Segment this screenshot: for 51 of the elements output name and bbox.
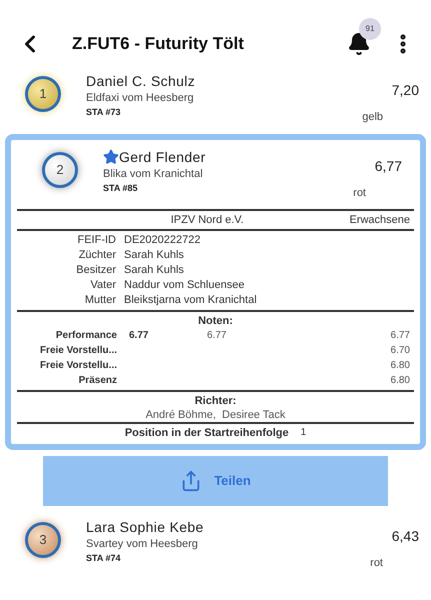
horse-name: Blika vom Kranichtal [103,166,204,182]
mark-total: 6.77 [129,330,148,341]
rider-name: Gerd Flender [119,148,206,166]
entry-row[interactable]: 3 Lara Sophie Kebe Svartey vom Heesberg STA #74 6,43 rot [0,512,431,572]
mark-value: 6.80 [390,375,410,386]
judges-names: André Böhme, Desiree Tack [146,408,286,422]
score: 6,77 [374,156,402,176]
hand-label: rot [353,186,366,200]
info-value: Bleikstjarna vom Kranichtal [124,293,257,308]
start-order-value: 1 [300,426,306,440]
rank-medal: 3 [25,522,61,558]
page-title: Z.FUT6 - Futurity Tölt [72,33,244,56]
mark-value: 6.70 [390,345,410,356]
horse-name: Eldfaxi vom Heesberg [86,91,195,106]
share-icon [180,470,202,492]
start-number: STA #74 [86,552,122,564]
club-name: IPZV Nord e.V. [170,213,245,227]
mark-label: Freie Vorstellu... [38,359,117,373]
rank-medal: 2 [42,152,78,188]
marks-heading: Noten: [198,315,233,327]
score: 6,43 [392,527,419,546]
info-label: Mutter [84,293,117,308]
info-value: Sarah Kuhls [124,248,184,263]
rank-medal: 1 [25,76,61,112]
info-value: DE2020222722 [124,233,200,248]
horse-name: Svartey vom Heesberg [86,537,199,552]
info-value: Naddur vom Schluensee [124,278,244,293]
start-number: STA #73 [86,106,122,118]
hand-label: gelb [362,110,383,125]
info-value: Sarah Kuhls [124,263,184,278]
info-label: Vater [90,278,117,293]
start-number: STA #85 [103,182,139,194]
mark-value: 6.77 [390,330,410,341]
mark-label: Präsenz [78,374,117,388]
rider-name: Lara Sophie Kebe [86,518,204,536]
class-name: Erwachsene [349,213,411,227]
mark-value: 6.77 [207,330,226,341]
score: 7,20 [392,81,419,100]
info-label: FEIF-ID [76,233,117,248]
mark-label: Freie Vorstellu... [38,344,117,358]
info-label: Züchter [78,248,117,263]
rider-name: Daniel C. Schulz [86,72,196,90]
notification-badge: 91 [359,18,381,40]
entry-row[interactable]: 1 Daniel C. Schulz Eldfaxi vom Heesberg STA #73 7,20 gelb [0,66,431,126]
info-label: Besitzer [75,263,117,278]
judges-heading: Richter: [194,394,236,408]
mark-value: 6.80 [390,360,410,371]
mark-label: Performance [54,329,117,343]
start-order-label: Position in der Startreihenfolge [124,426,289,440]
hand-label: rot [370,556,383,571]
notification-icon[interactable] [347,32,371,56]
